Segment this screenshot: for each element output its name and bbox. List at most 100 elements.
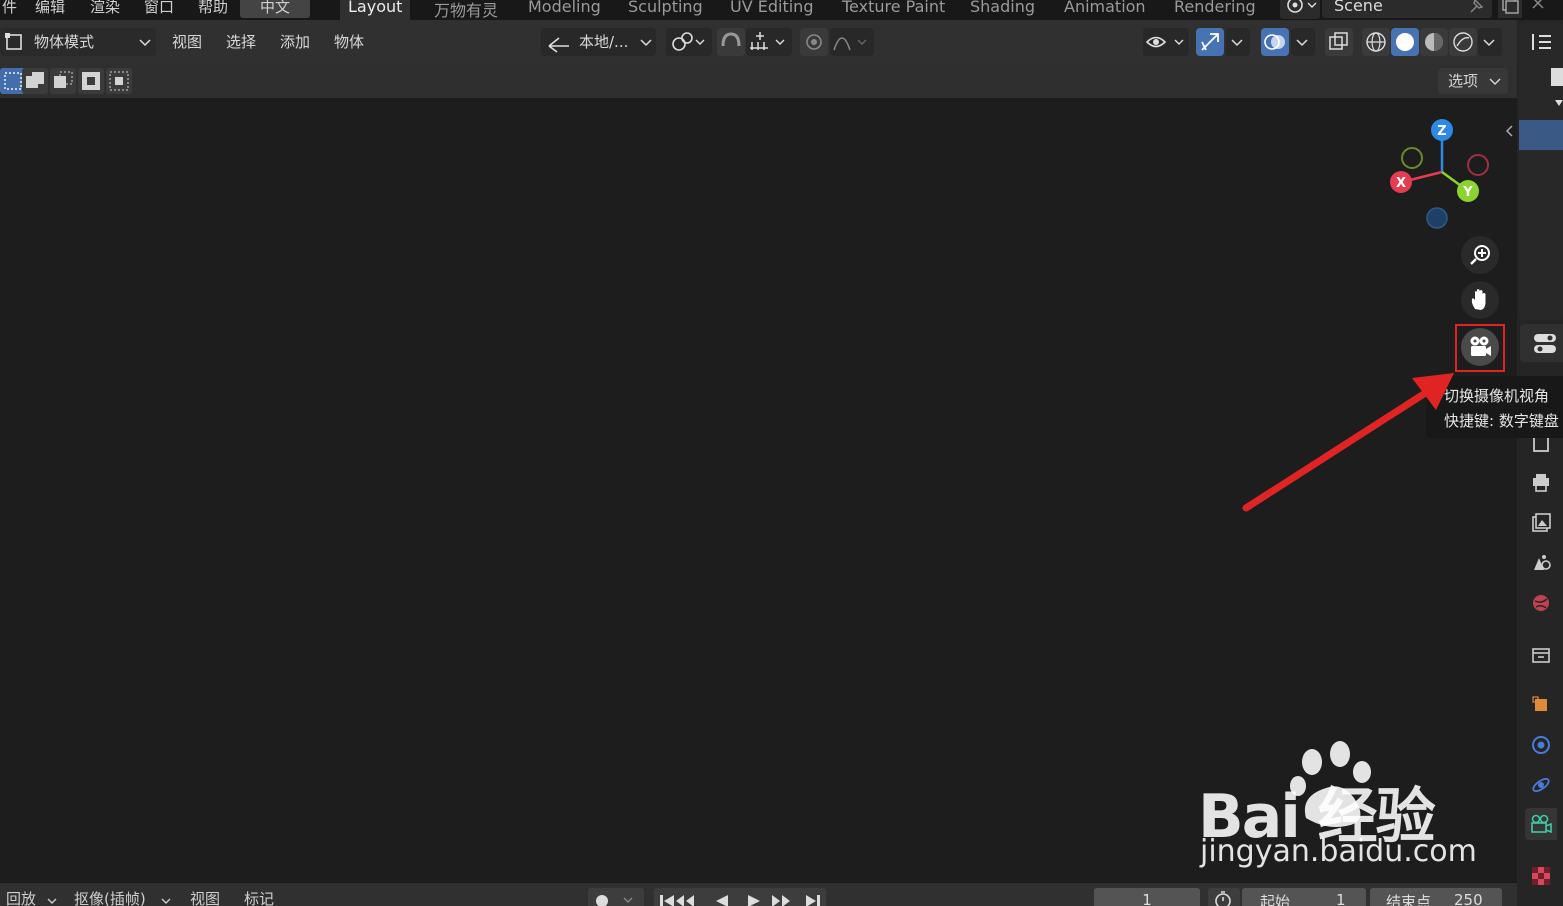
end-label: 结束点 xyxy=(1386,893,1432,906)
pin-icon[interactable] xyxy=(1468,0,1486,18)
overlays-toggle[interactable] xyxy=(1261,28,1289,56)
new-scene-icon[interactable] xyxy=(1498,0,1522,18)
menu-render[interactable]: 渲染 xyxy=(90,0,120,17)
annotation-highlight-box xyxy=(1455,324,1505,372)
zoom-button[interactable] xyxy=(1461,236,1499,274)
checker-texture-icon xyxy=(1532,867,1550,885)
watermark-url: jingyan.baidu.com xyxy=(1200,834,1477,869)
close-scene-icon[interactable] xyxy=(1530,0,1548,18)
tab-shading[interactable]: Shading xyxy=(962,0,1043,20)
tab-texture-paint[interactable]: Texture Paint xyxy=(834,0,953,20)
overlays-dropdown[interactable] xyxy=(1291,28,1315,56)
start-frame-field[interactable]: 起始 1 xyxy=(1242,888,1366,906)
select-intersect-mode[interactable] xyxy=(106,68,132,94)
menu-help[interactable]: 帮助 xyxy=(198,0,228,17)
scene-selector-icon[interactable] xyxy=(1280,0,1320,19)
menu-edit[interactable]: 编辑 xyxy=(35,0,65,17)
xray-toggle[interactable] xyxy=(1325,28,1353,56)
chevron-down-icon xyxy=(1483,39,1495,47)
options-dropdown[interactable]: 选项 xyxy=(1438,68,1508,94)
properties-toggle-icon xyxy=(1534,334,1556,353)
transform-orientation-dropdown[interactable]: 本地/... xyxy=(541,28,656,56)
chevron-down-icon xyxy=(1296,39,1308,47)
end-frame-field[interactable]: 结束点 250 xyxy=(1370,888,1502,906)
scene-tab[interactable] xyxy=(1525,587,1557,619)
select-invert-mode[interactable] xyxy=(78,68,104,94)
playback-controls[interactable] xyxy=(654,888,826,906)
shading-dropdown[interactable] xyxy=(1478,28,1502,56)
constraints-tab[interactable] xyxy=(1525,729,1557,761)
xray-icon xyxy=(1329,32,1348,50)
tab-wanwuyouling[interactable]: 万物有灵 xyxy=(426,0,506,20)
object-tab[interactable] xyxy=(1525,689,1557,721)
snap-target-dropdown[interactable] xyxy=(746,28,792,56)
cone-object[interactable] xyxy=(507,473,676,675)
collection-tab[interactable] xyxy=(1525,639,1557,671)
current-frame-field[interactable]: 1 xyxy=(1094,888,1200,906)
keying-menu[interactable]: 抠像(插帧) xyxy=(74,888,146,906)
playback-menu[interactable]: 回放 xyxy=(6,888,36,906)
preview-range-toggle[interactable] xyxy=(1208,888,1240,906)
start-value: 1 xyxy=(1336,891,1346,906)
tab-animation[interactable]: Animation xyxy=(1056,0,1154,20)
shading-material[interactable] xyxy=(1420,28,1448,56)
gizmo-dropdown[interactable] xyxy=(1226,28,1250,56)
menu-view[interactable]: 视图 xyxy=(172,28,202,56)
visibility-dropdown[interactable] xyxy=(1143,28,1189,56)
neg-x-handle[interactable] xyxy=(1467,154,1489,176)
magnet-icon xyxy=(721,32,741,47)
proportional-edit-toggle[interactable] xyxy=(800,28,828,56)
tab-uv-editing[interactable]: UV Editing xyxy=(722,0,821,20)
camera-data-tab[interactable] xyxy=(1525,808,1557,840)
output-tab[interactable] xyxy=(1525,507,1557,539)
record-icon xyxy=(596,895,633,906)
image-output-icon xyxy=(1532,513,1551,532)
menu-object[interactable]: 物体 xyxy=(334,28,364,56)
end-value: 250 xyxy=(1454,891,1483,906)
tab-rendering[interactable]: Rendering xyxy=(1166,0,1264,20)
menu-window[interactable]: 窗口 xyxy=(144,0,174,17)
view-layer-tab[interactable] xyxy=(1525,547,1557,579)
tab-sculpting[interactable]: Sculpting xyxy=(620,0,711,20)
shading-solid[interactable] xyxy=(1391,28,1419,56)
falloff-dropdown[interactable] xyxy=(830,28,874,56)
neg-z-handle[interactable] xyxy=(1426,207,1448,229)
shading-wireframe[interactable] xyxy=(1362,28,1390,56)
sidebar-toggle-chevron-icon[interactable] xyxy=(1503,124,1515,142)
overlays-icon xyxy=(1264,34,1285,50)
scene-name-field[interactable]: Scene xyxy=(1322,0,1492,18)
physics-tab[interactable] xyxy=(1525,769,1557,801)
world-icon xyxy=(1533,595,1549,611)
outliner-icon xyxy=(1519,34,1563,150)
menu-file[interactable]: 件 xyxy=(2,0,17,17)
pan-button[interactable] xyxy=(1461,281,1499,319)
record-button[interactable] xyxy=(588,888,644,906)
tab-layout[interactable]: Layout xyxy=(340,0,411,20)
chevron-down-icon xyxy=(161,898,171,904)
snap-toggle[interactable] xyxy=(717,28,745,56)
mode-selector[interactable]: 物体模式 xyxy=(0,28,156,56)
zoom-icon xyxy=(1470,245,1490,265)
menu-add[interactable]: 添加 xyxy=(280,28,310,56)
menu-select[interactable]: 选择 xyxy=(226,28,256,56)
tab-modeling[interactable]: Modeling xyxy=(520,0,609,20)
marker-menu[interactable]: 标记 xyxy=(244,888,274,906)
navigation-gizmo[interactable]: Z X Y xyxy=(1380,110,1500,235)
options-label: 选项 xyxy=(1448,72,1479,90)
select-intersect-icon xyxy=(109,71,129,91)
select-subtract-mode[interactable] xyxy=(50,68,76,94)
watermark-brand: Bai 经验 xyxy=(1198,782,1436,852)
outliner-panel[interactable] xyxy=(1519,22,1563,320)
texture-tab[interactable] xyxy=(1525,860,1557,892)
pivot-point-dropdown[interactable] xyxy=(666,28,712,56)
timeline-view-menu[interactable]: 视图 xyxy=(190,888,220,906)
gizmo-toggle[interactable] xyxy=(1196,28,1224,56)
shading-rendered[interactable] xyxy=(1449,28,1477,56)
render-tab[interactable] xyxy=(1525,467,1557,499)
3d-cursor-icon[interactable] xyxy=(572,530,620,578)
neg-y-handle[interactable] xyxy=(1401,147,1423,169)
language-button[interactable]: 中文 xyxy=(240,0,311,18)
properties-header[interactable] xyxy=(1520,324,1563,362)
pivot-icon xyxy=(672,32,705,51)
select-extend-mode[interactable] xyxy=(22,68,48,94)
